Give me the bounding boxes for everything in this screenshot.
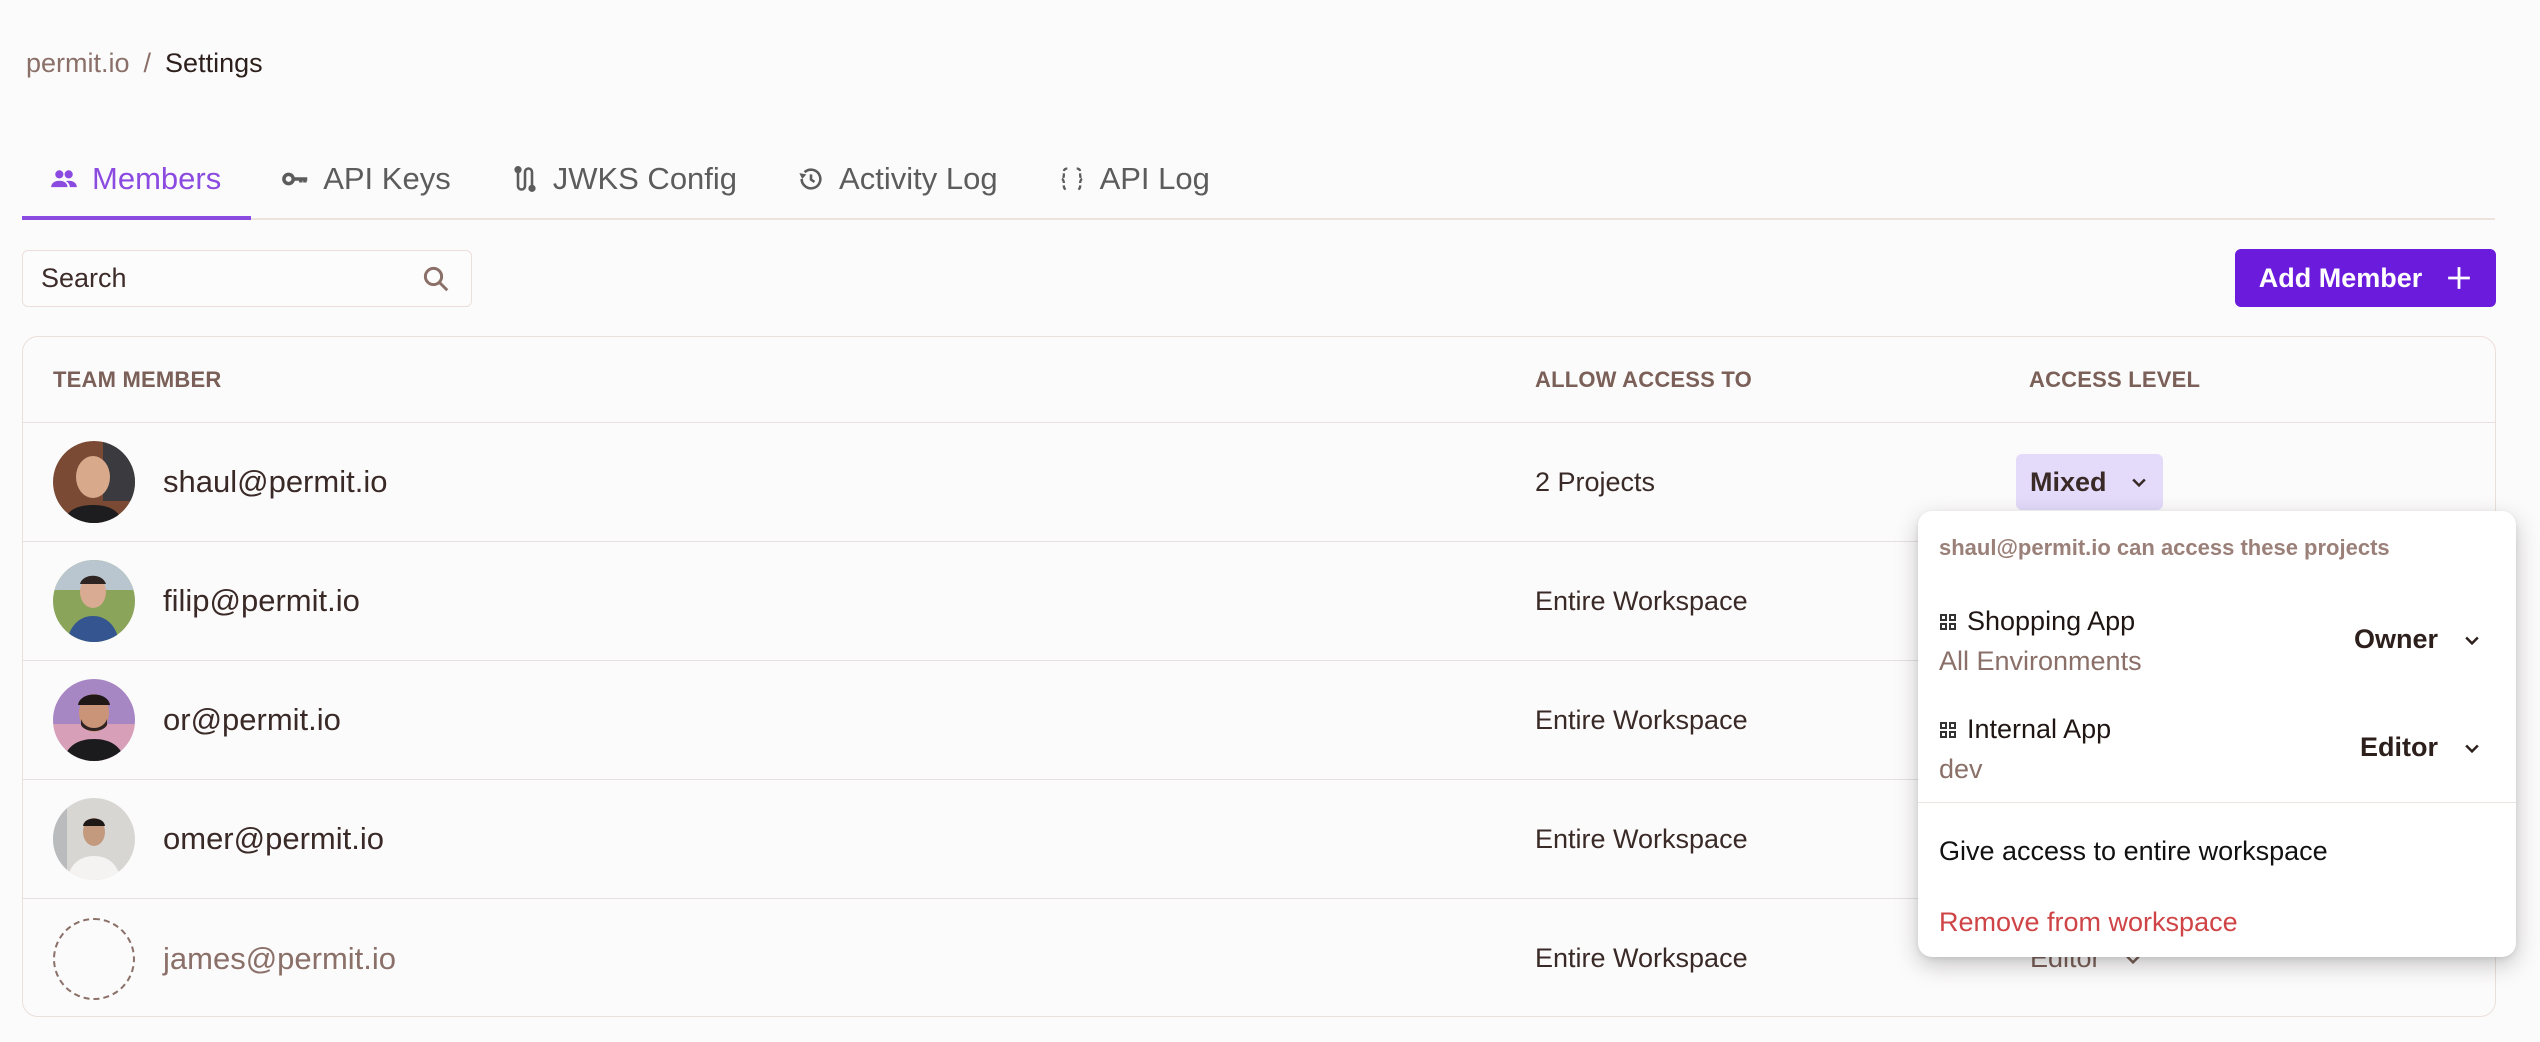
pending-avatar-placeholder [53,917,135,1000]
avatar [53,679,135,761]
give-workspace-access-option[interactable]: Give access to entire workspace [1939,836,2328,867]
project-name-label: Internal App [1967,714,2112,744]
member-email: james@permit.io [163,940,397,976]
member-email: or@permit.io [163,702,341,737]
project-environment: All Environments [1939,646,2142,676]
member-access: 2 Projects [1535,466,1656,497]
member-access: Entire Workspace [1535,585,1748,616]
add-member-label: Add Member [2258,262,2423,293]
tab-members-label: Members [92,161,222,196]
member-email: filip@permit.io [163,583,360,618]
header-allow-access-to: ALLOW ACCESS TO [1535,366,1752,392]
access-level-value: Mixed [2030,466,2107,497]
avatar [53,441,135,523]
header-team-member: TEAM MEMBER [53,366,222,392]
tab-activity-log[interactable]: Activity Log [767,140,1028,218]
avatar [53,560,135,642]
grid-icon [1940,613,1956,630]
route-icon [514,166,536,192]
project-environment: dev [1939,754,1983,784]
project-role-value: Owner [2353,624,2438,654]
braces-icon [1060,167,1083,191]
search-box [22,250,472,307]
access-level-dropdown[interactable]: Mixed [2016,454,2163,510]
chevron-down-icon [2465,636,2479,645]
member-email: omer@permit.io [163,821,384,856]
tab-api-keys-label: API Keys [323,161,451,196]
breadcrumb-root-link[interactable]: permit.io [26,48,130,79]
chevron-down-icon [2131,478,2146,488]
project-access-item: Shopping App All Environments Owner [1939,606,2492,696]
search-icon[interactable] [421,264,451,294]
people-icon [51,170,77,188]
member-access: Entire Workspace [1535,823,1748,854]
tab-members[interactable]: Members [22,140,252,220]
tab-jwks-config-label: JWKS Config [552,161,738,196]
project-name: Shopping App [1939,606,2135,637]
tab-activity-log-label: Activity Log [839,161,998,196]
table-header: TEAM MEMBER ALLOW ACCESS TO ACCESS LEVEL [23,337,2495,423]
member-access: Entire Workspace [1535,704,1748,735]
popup-divider [1918,802,2516,803]
key-icon [282,172,308,186]
search-input[interactable] [41,263,421,294]
tab-api-keys[interactable]: API Keys [251,140,481,218]
project-role-dropdown[interactable]: Owner [2354,624,2482,655]
settings-tabs: Members API Keys JWKS Config Activity Lo… [22,140,2495,220]
project-name: Internal App [1939,714,2111,745]
member-access: Entire Workspace [1535,943,1748,973]
tab-api-log[interactable]: API Log [1028,140,1240,218]
popup-title: shaul@permit.io can access these project… [1939,535,2390,560]
add-member-button[interactable]: Add Member [2235,249,2496,307]
tab-api-log-label: API Log [1099,161,1210,196]
project-access-item: Internal App dev Editor [1939,714,2492,804]
project-name-label: Shopping App [1967,606,2136,636]
remove-from-workspace-option[interactable]: Remove from workspace [1939,907,2238,938]
plus-icon [2448,267,2471,289]
breadcrumb: permit.io / Settings [26,48,263,79]
tab-jwks-config[interactable]: JWKS Config [481,140,767,218]
avatar [53,798,135,880]
member-email: shaul@permit.io [163,464,388,499]
history-icon [799,168,822,190]
project-role-dropdown[interactable]: Editor [2360,732,2482,763]
grid-icon [1940,721,1956,738]
breadcrumb-current: Settings [165,48,263,78]
header-access-level: ACCESS LEVEL [2029,366,2201,392]
breadcrumb-separator: / [143,48,152,78]
project-access-popup: shaul@permit.io can access these project… [1918,511,2516,957]
project-role-value: Editor [2360,732,2438,762]
chevron-down-icon [2465,744,2479,753]
